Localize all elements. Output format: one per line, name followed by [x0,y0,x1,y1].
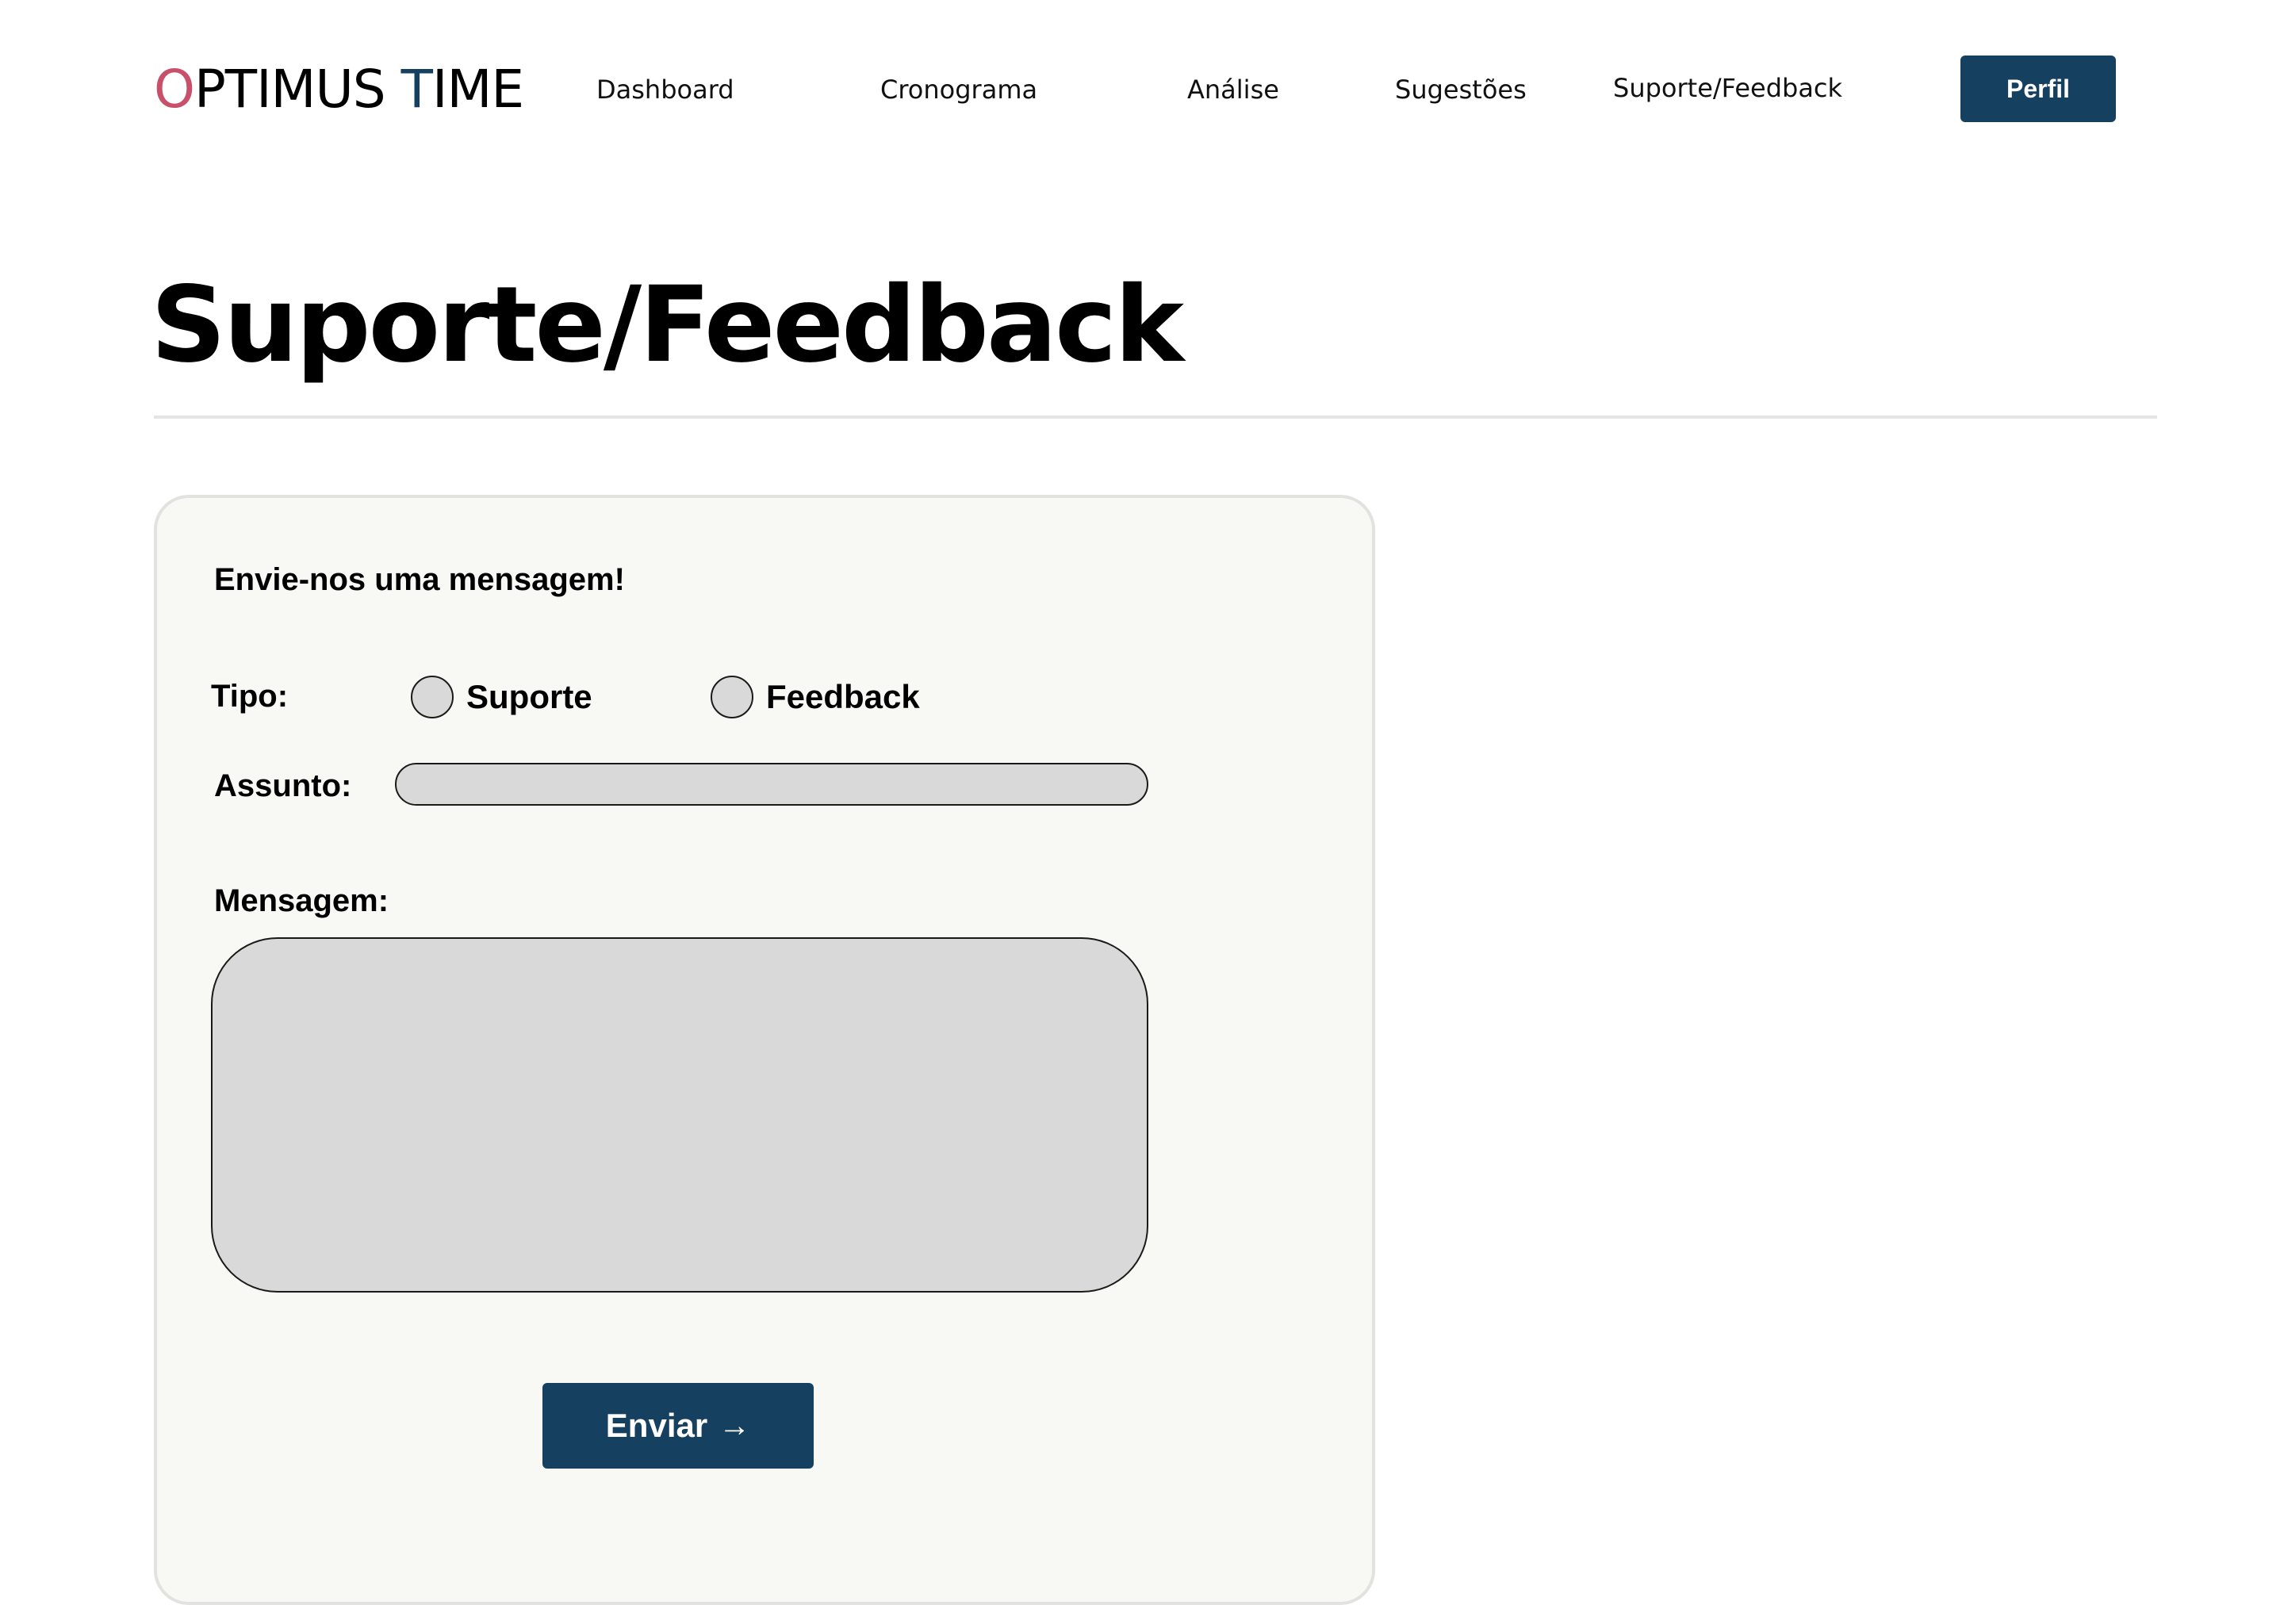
arrow-right-icon: → [719,1408,751,1443]
title-divider [154,416,2157,419]
page-title: Suporte/Feedback [151,264,1184,386]
nav-item-sugestoes[interactable]: Sugestões [1395,73,1527,106]
send-button-label: Enviar [605,1407,708,1444]
message-label: Mensagem: [214,883,389,918]
logo[interactable]: OPTIMUS TIME [154,56,524,124]
nav-item-dashboard[interactable]: Dashboard [596,73,734,106]
subject-input[interactable] [395,763,1148,806]
radio-suporte-label: Suporte [466,678,592,715]
logo-text-part2: IME [432,59,524,120]
message-textarea[interactable] [211,937,1148,1293]
type-label: Tipo: [211,679,289,714]
nav-item-cronograma[interactable]: Cronograma [880,73,1037,106]
subject-label: Assunto: [214,768,352,803]
radio-suporte[interactable]: Suporte [411,676,592,718]
radio-feedback-circle[interactable] [711,676,753,718]
profile-button[interactable]: Perfil [1960,56,2116,122]
logo-letter-o: O [154,59,195,120]
nav-item-analise[interactable]: Análise [1187,73,1279,106]
logo-text-part1: PTIMUS [194,59,401,120]
nav-item-suporte-feedback[interactable]: Suporte/Feedback [1613,71,1842,105]
logo-letter-t: T [400,59,433,120]
radio-feedback-label: Feedback [766,678,920,715]
page: OPTIMUS TIME Dashboard Cronograma Anális… [0,0,2284,1624]
radio-feedback[interactable]: Feedback [711,676,920,718]
radio-suporte-circle[interactable] [411,676,454,718]
send-button[interactable]: Enviar → [542,1383,814,1469]
form-heading: Envie-nos uma mensagem! [214,562,625,597]
